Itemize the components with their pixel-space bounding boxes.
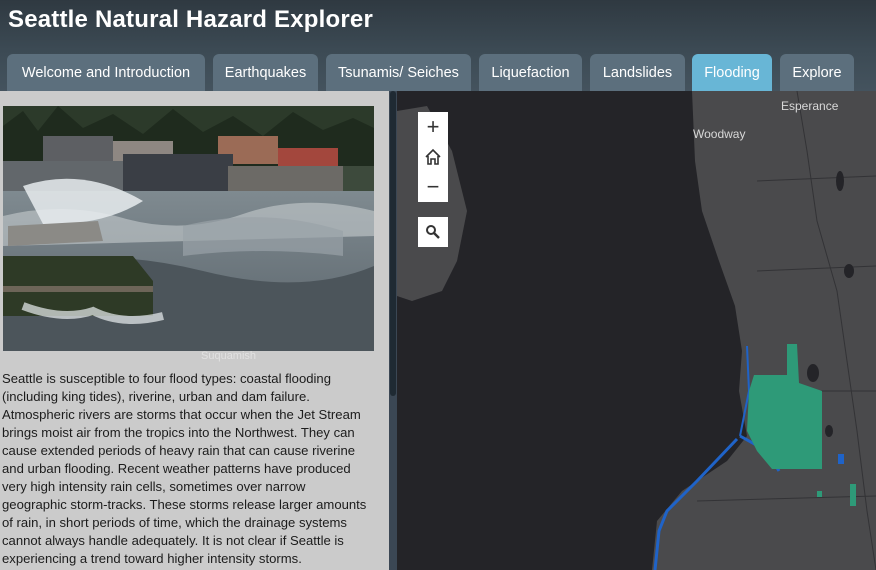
tab-earthquakes[interactable]: Earthquakes bbox=[213, 54, 318, 91]
home-icon bbox=[425, 148, 441, 165]
tab-explore[interactable]: Explore bbox=[780, 54, 854, 91]
app-title: Seattle Natural Hazard Explorer bbox=[8, 6, 373, 33]
photo-credit: Suquamish bbox=[201, 350, 257, 362]
flooding-description: Seattle is susceptible to four flood typ… bbox=[2, 371, 367, 566]
basemap bbox=[397, 91, 876, 570]
search-icon bbox=[426, 225, 440, 239]
zoom-in-button[interactable]: + bbox=[418, 112, 448, 142]
coastal-flood-photo-image bbox=[3, 106, 374, 351]
map-label-woodway: Woodway bbox=[693, 127, 746, 141]
tab-welcome[interactable]: Welcome and Introduction bbox=[7, 54, 205, 91]
map-view[interactable]: Esperance Woodway bbox=[397, 91, 876, 570]
tab-liquefaction[interactable]: Liquefaction bbox=[479, 54, 582, 91]
home-button[interactable] bbox=[418, 142, 448, 172]
flood-photo bbox=[3, 106, 374, 351]
panel-scrollbar-thumb[interactable] bbox=[390, 91, 396, 396]
search-button[interactable] bbox=[418, 217, 448, 247]
app-header: Seattle Natural Hazard Explorer Welcome … bbox=[0, 0, 876, 91]
tab-landslides[interactable]: Landslides bbox=[590, 54, 685, 91]
tab-tsunamis[interactable]: Tsunamis/ Seiches bbox=[326, 54, 471, 91]
map-label-esperance: Esperance bbox=[781, 99, 839, 113]
tab-flooding[interactable]: Flooding bbox=[692, 54, 772, 91]
zoom-out-button[interactable]: − bbox=[418, 172, 448, 202]
